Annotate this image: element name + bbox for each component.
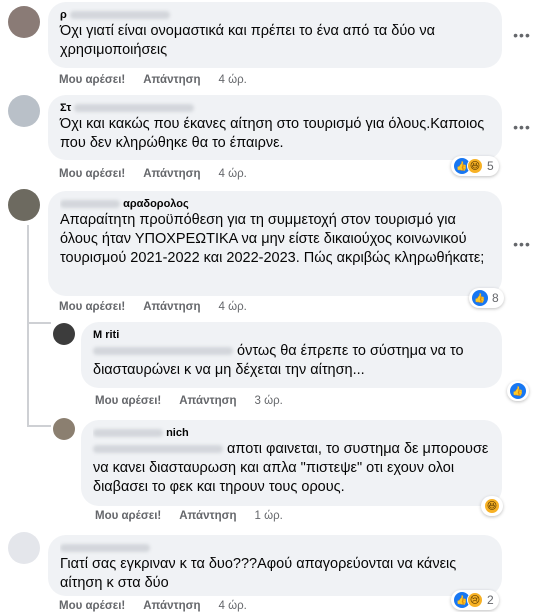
like-button[interactable]: Μου αρέσει! — [59, 600, 125, 612]
like-button[interactable]: Μου αρέσει! — [59, 168, 125, 180]
reaction-count: 5 — [487, 159, 494, 173]
reply-button[interactable]: Απάντηση — [179, 395, 236, 407]
sad-reaction-icon: 😢 — [467, 592, 483, 608]
avatar[interactable] — [53, 323, 75, 345]
author-name[interactable]: M riti — [93, 328, 490, 342]
comment-actions: Μου αρέσει! Απάντηση 3 ώρ. — [95, 395, 301, 407]
more-options-icon[interactable]: ••• — [513, 235, 531, 253]
comment-actions: Μου αρέσει! Απάντηση 1 ώρ. — [95, 510, 301, 522]
more-options-icon[interactable]: ••• — [513, 26, 531, 44]
reaction-count: 2 — [487, 593, 494, 607]
comment-actions: Μου αρέσει! Απάντηση 4 ώρ. — [59, 74, 265, 86]
author-name[interactable]: αραδορολος — [60, 197, 490, 211]
like-button[interactable]: Μου αρέσει! — [59, 301, 125, 313]
author-name[interactable]: Στ — [60, 101, 490, 115]
reactions-summary[interactable]: 👍 8 — [469, 288, 504, 308]
mentioned-user[interactable] — [93, 347, 233, 356]
reply-button[interactable]: Απάντηση — [143, 74, 200, 86]
comment-bubble: Στ Όχι και κακώς που έκανες αίτηση στο τ… — [48, 95, 502, 160]
comment-bubble: ρ Όχι γιατί είναι ονομαστικά και πρέπει … — [48, 2, 502, 68]
reaction-count: 8 — [492, 291, 499, 305]
reply-thread-line — [27, 225, 29, 425]
comment-text: Όχι και κακώς που έκανες αίτηση στο τουρ… — [60, 116, 485, 151]
avatar[interactable] — [8, 95, 40, 127]
haha-reaction-icon: 😆 — [467, 158, 483, 174]
comment-actions: Μου αρέσει! Απάντηση 4 ώρ. — [59, 168, 265, 180]
comment-actions: Μου αρέσει! Απάντηση 4 ώρ. — [59, 600, 265, 612]
avatar[interactable] — [53, 418, 75, 440]
like-button[interactable]: Μου αρέσει! — [59, 74, 125, 86]
reactions-summary[interactable]: 👍 — [507, 381, 529, 401]
reply-connector — [27, 322, 51, 324]
avatar[interactable] — [8, 532, 40, 564]
reply-connector — [27, 425, 51, 427]
like-button[interactable]: Μου αρέσει! — [95, 510, 161, 522]
more-options-icon[interactable]: ••• — [513, 118, 531, 136]
timestamp[interactable]: 1 ώρ. — [255, 510, 283, 522]
like-button[interactable]: Μου αρέσει! — [95, 395, 161, 407]
reply-button[interactable]: Απάντηση — [143, 168, 200, 180]
like-reaction-icon: 👍 — [510, 383, 526, 399]
timestamp[interactable]: 4 ώρ. — [219, 168, 247, 180]
comment-text: Όχι γιατί είναι ονομαστικά και πρέπει το… — [60, 23, 436, 58]
timestamp[interactable]: 4 ώρ. — [219, 301, 247, 313]
comment-text: Γιατί σας εγκριναν κ τα δυο???Αφού απαγο… — [60, 556, 457, 591]
comment-text: αποτι φαινεται, το συστημα δε μπορουσε ν… — [93, 441, 489, 495]
mentioned-user[interactable] — [93, 445, 223, 454]
avatar[interactable] — [8, 6, 40, 38]
timestamp[interactable]: 4 ώρ. — [219, 74, 247, 86]
reactions-summary[interactable]: 😆 — [481, 496, 503, 516]
comment-text: όντως θα έπρεπε το σύστημα να το διασταυ… — [93, 343, 464, 378]
comment-text: Απαραίτητη προϋπόθεση για τη συμμετοχή σ… — [60, 212, 485, 266]
author-name[interactable]: ρ — [60, 8, 490, 22]
author-name[interactable]: nich — [93, 426, 490, 440]
comment-bubble: Γιατί σας εγκριναν κ τα δυο???Αφού απαγο… — [48, 535, 502, 596]
reactions-summary[interactable]: 👍 😆 5 — [451, 156, 499, 176]
reply-bubble: nich αποτι φαινεται, το συστημα δε μπορο… — [81, 420, 502, 506]
like-reaction-icon: 👍 — [472, 290, 488, 306]
timestamp[interactable]: 3 ώρ. — [255, 395, 283, 407]
reply-bubble: M riti όντως θα έπρεπε το σύστημα να το … — [81, 322, 502, 388]
author-name[interactable] — [60, 541, 490, 555]
reactions-summary[interactable]: 👍 😢 2 — [451, 590, 499, 610]
reply-button[interactable]: Απάντηση — [143, 301, 200, 313]
timestamp[interactable]: 4 ώρ. — [219, 600, 247, 612]
reply-button[interactable]: Απάντηση — [179, 510, 236, 522]
haha-reaction-icon: 😆 — [484, 498, 500, 514]
reply-button[interactable]: Απάντηση — [143, 600, 200, 612]
comment-bubble: αραδορολος Απαραίτητη προϋπόθεση για τη … — [48, 191, 502, 296]
comment-actions: Μου αρέσει! Απάντηση 4 ώρ. — [59, 301, 265, 313]
avatar[interactable] — [8, 189, 40, 221]
